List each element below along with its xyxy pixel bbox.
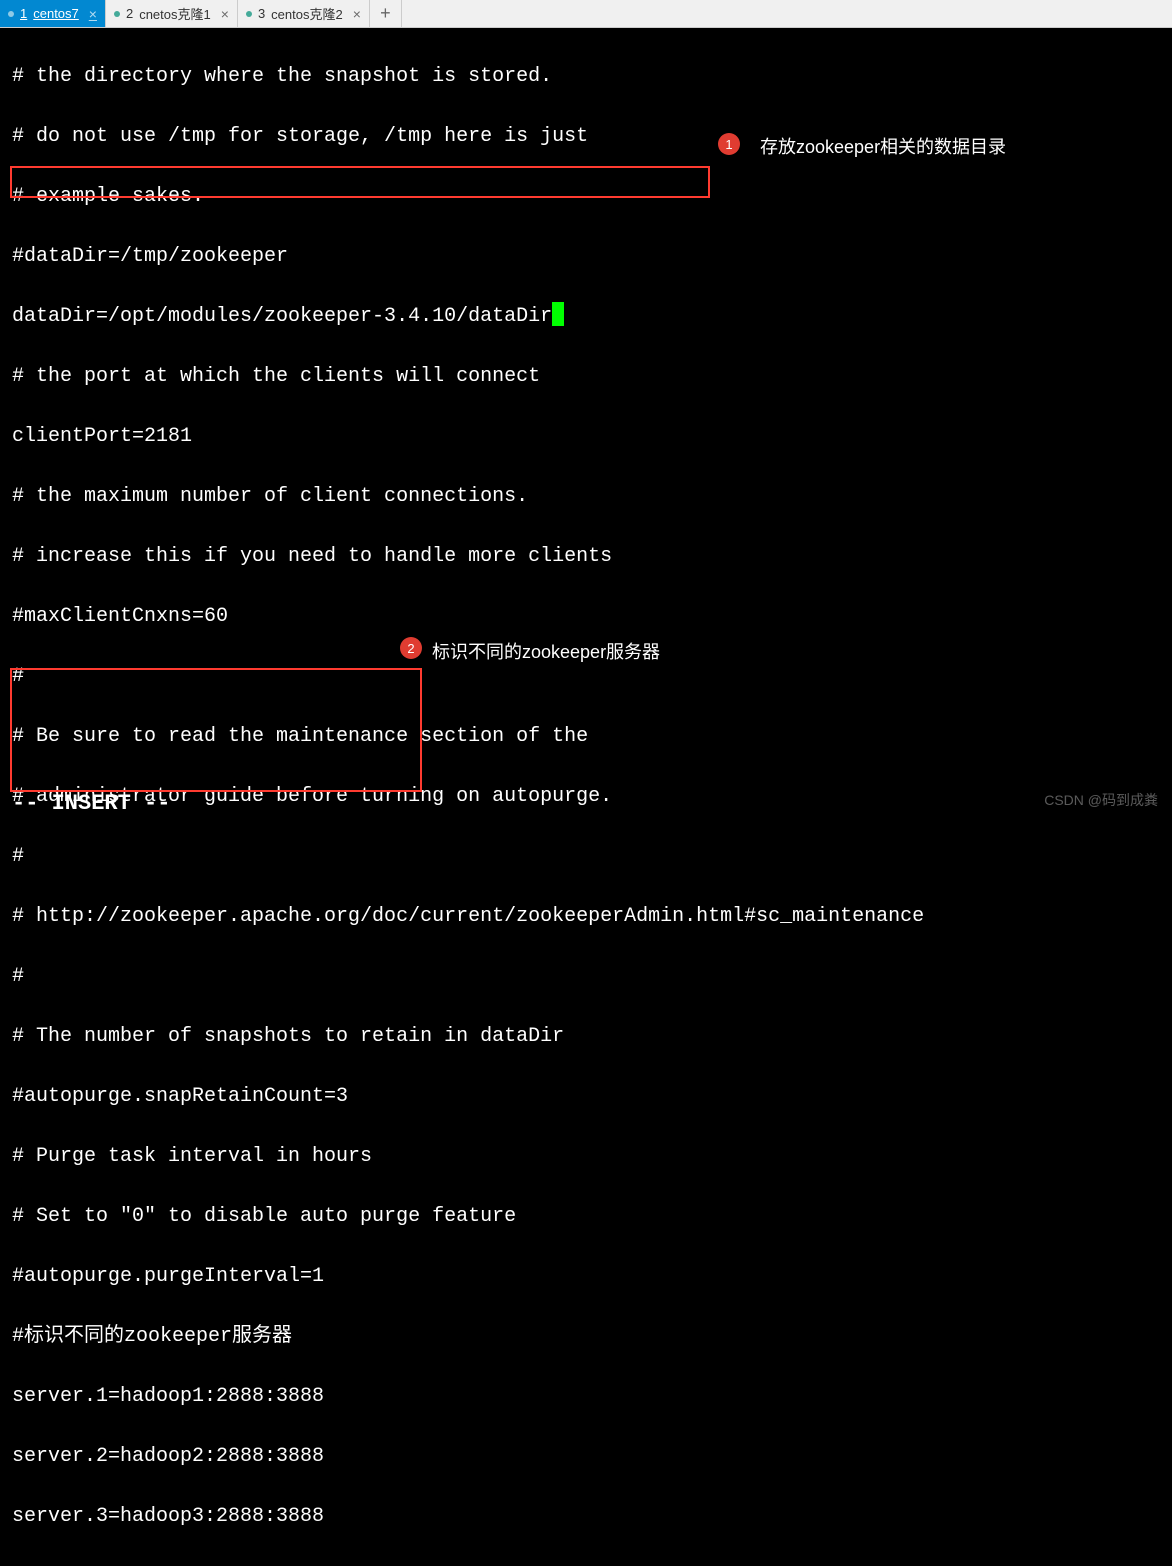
tab-index: 1 xyxy=(20,6,27,21)
tab-indicator-icon xyxy=(246,11,252,17)
editor-line: # the maximum number of client connectio… xyxy=(12,482,1160,512)
tab-label: centos7 xyxy=(33,6,79,21)
editor-line: # example sakes. xyxy=(12,182,1160,212)
editor-line: server.3=hadoop3:2888:3888 xyxy=(12,1502,1160,1532)
editor-text: dataDir=/opt/modules/zookeeper-3.4.10/da… xyxy=(12,305,552,328)
editor-line: server.1=hadoop1:2888:3888 xyxy=(12,1382,1160,1412)
editor-line: clientPort=2181 xyxy=(12,422,1160,452)
editor-line: # the directory where the snapshot is st… xyxy=(12,62,1160,92)
tab-add-button[interactable]: + xyxy=(370,0,402,27)
close-icon[interactable]: × xyxy=(221,6,229,22)
tab-centos7[interactable]: 1 centos7 × xyxy=(0,0,106,27)
terminal-editor[interactable]: # the directory where the snapshot is st… xyxy=(0,28,1172,1566)
editor-line: # administrator guide before turning on … xyxy=(12,782,1160,812)
tab-label: cnetos克隆1 xyxy=(139,4,211,23)
editor-line: # the port at which the clients will con… xyxy=(12,362,1160,392)
editor-line: #标识不同的zookeeper服务器 xyxy=(12,1322,1160,1352)
tab-cnetos-clone1[interactable]: 2 cnetos克隆1 × xyxy=(106,0,238,27)
editor-line: # The number of snapshots to retain in d… xyxy=(12,1022,1160,1052)
cursor-icon xyxy=(552,302,564,326)
editor-line: # increase this if you need to handle mo… xyxy=(12,542,1160,572)
annotation-badge-1: 1 xyxy=(718,133,740,155)
close-icon[interactable]: × xyxy=(353,6,361,22)
annotation-text-2: 标识不同的zookeeper服务器 xyxy=(432,638,660,664)
annotation-text-1: 存放zookeeper相关的数据目录 xyxy=(760,133,1006,159)
watermark-text: CSDN @码到成粪 xyxy=(1044,790,1158,810)
editor-line: # Set to "0" to disable auto purge featu… xyxy=(12,1202,1160,1232)
editor-line: # Purge task interval in hours xyxy=(12,1142,1160,1172)
editor-line: # Be sure to read the maintenance sectio… xyxy=(12,722,1160,752)
tab-label: centos克隆2 xyxy=(271,4,343,23)
editor-line-datadir: dataDir=/opt/modules/zookeeper-3.4.10/da… xyxy=(12,302,1160,332)
tab-index: 2 xyxy=(126,6,133,21)
vim-status: -- INSERT -- xyxy=(12,791,170,816)
tab-indicator-icon xyxy=(114,11,120,17)
tab-indicator-icon xyxy=(8,11,14,17)
close-icon[interactable]: × xyxy=(89,6,97,22)
tab-index: 3 xyxy=(258,6,265,21)
editor-line: server.2=hadoop2:2888:3888 xyxy=(12,1442,1160,1472)
tab-centos-clone2[interactable]: 3 centos克隆2 × xyxy=(238,0,370,27)
plus-icon: + xyxy=(380,3,391,24)
editor-line: # xyxy=(12,842,1160,872)
editor-line: #maxClientCnxns=60 xyxy=(12,602,1160,632)
editor-line: # http://zookeeper.apache.org/doc/curren… xyxy=(12,902,1160,932)
editor-line: #dataDir=/tmp/zookeeper xyxy=(12,242,1160,272)
editor-line: # xyxy=(12,662,1160,692)
editor-line: # xyxy=(12,962,1160,992)
editor-line: #autopurge.snapRetainCount=3 xyxy=(12,1082,1160,1112)
editor-line: #autopurge.purgeInterval=1 xyxy=(12,1262,1160,1292)
tab-bar: 1 centos7 × 2 cnetos克隆1 × 3 centos克隆2 × … xyxy=(0,0,1172,28)
annotation-badge-2: 2 xyxy=(400,637,422,659)
